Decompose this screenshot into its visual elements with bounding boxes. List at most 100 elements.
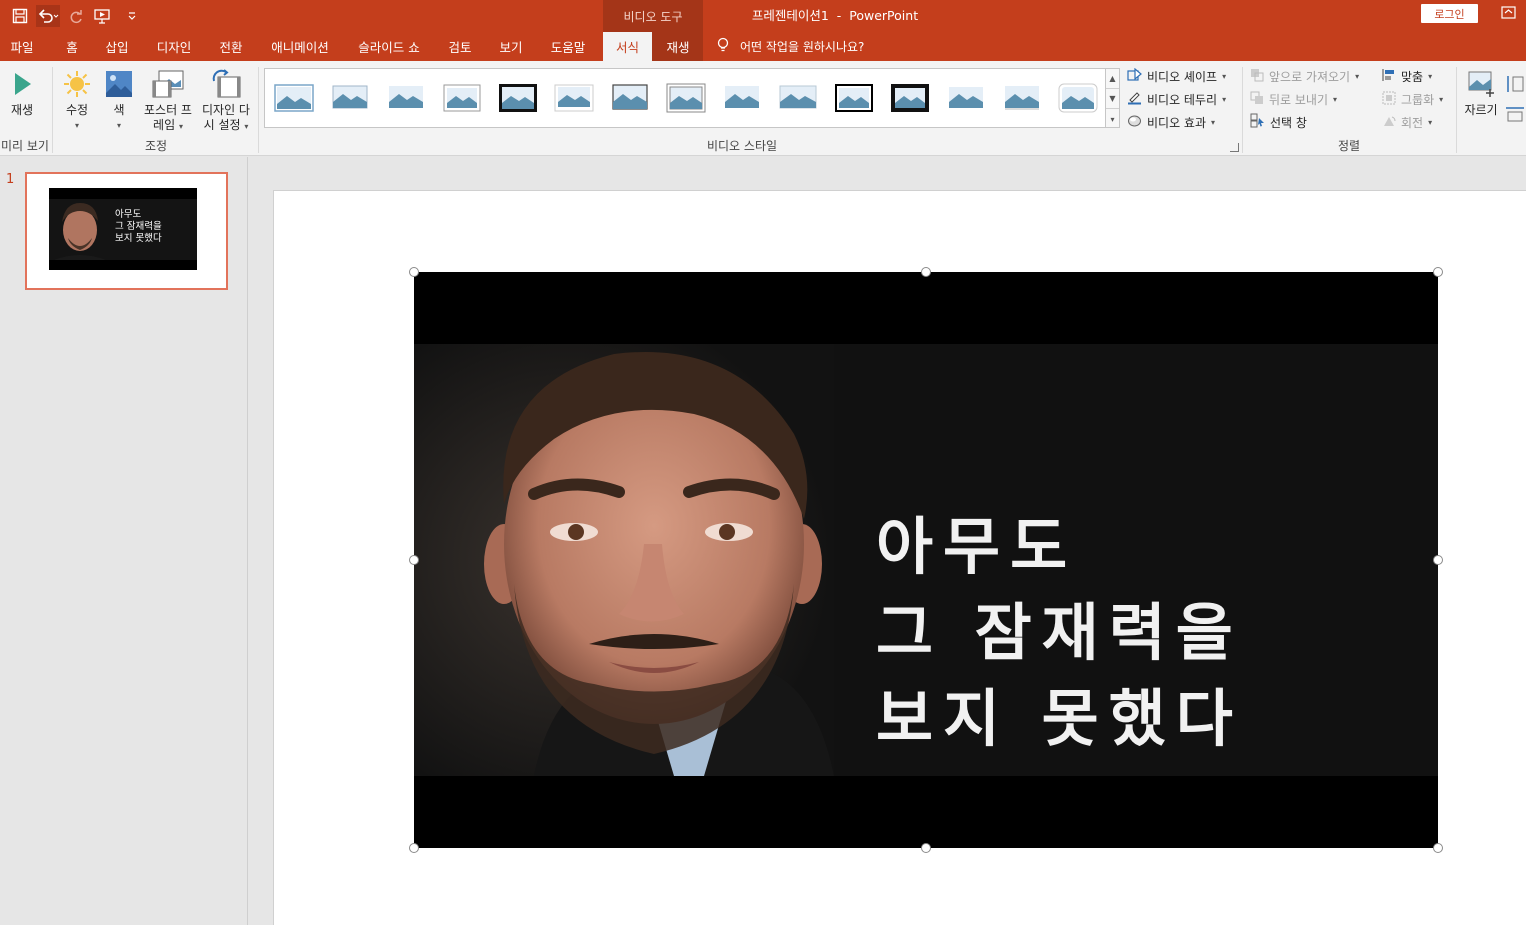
tell-me-box[interactable]: 어떤 작업을 원하시나요?: [716, 32, 864, 61]
height-icon[interactable]: [1505, 75, 1525, 93]
tab-view[interactable]: 보기: [490, 32, 532, 61]
video-style-8[interactable]: [665, 81, 707, 115]
video-style-13[interactable]: [945, 81, 987, 115]
reset-design-label-2-row: 시 설정 ▾: [204, 118, 249, 134]
corrections-button[interactable]: 수정 ▾: [58, 67, 96, 133]
selection-pane-button[interactable]: 선택 창: [1250, 112, 1307, 132]
ribbon-display-options-icon[interactable]: [1501, 6, 1519, 22]
video-effects-label: 비디오 효과: [1147, 115, 1207, 130]
group-label-arrange: 정렬: [1337, 139, 1361, 153]
ribbon-tabs: 파일 홈 삽입 디자인 전환 애니메이션 슬라이드 쇼 검토 보기 도움말 서식…: [0, 32, 1526, 61]
rotate-button[interactable]: 회전 ▾: [1382, 112, 1432, 132]
crop-button[interactable]: 자르기: [1462, 67, 1500, 118]
tab-review[interactable]: 검토: [440, 32, 480, 61]
ribbon: 재생 미리 보기 수정 ▾ 색 ▾ 포스터 프 레임 ▾ 디자인 다 시 설정 …: [0, 61, 1526, 156]
resize-handle-bottom[interactable]: [921, 843, 931, 853]
group-separator: [1242, 67, 1243, 153]
video-style-7[interactable]: [609, 81, 651, 115]
chevron-down-icon: ▾: [178, 122, 183, 131]
tab-format[interactable]: 서식: [603, 32, 652, 61]
lightbulb-icon: [716, 37, 730, 56]
send-backward-icon: [1250, 91, 1264, 108]
poster-frame-button[interactable]: 포스터 프 레임 ▾: [140, 67, 196, 134]
redo-icon[interactable]: [64, 5, 88, 27]
resize-handle-top-right[interactable]: [1433, 267, 1443, 277]
tab-help[interactable]: 도움말: [542, 32, 594, 61]
video-style-9[interactable]: [721, 81, 763, 115]
video-style-5[interactable]: [497, 81, 539, 115]
group-button[interactable]: 그룹화 ▾: [1382, 89, 1443, 109]
chevron-down-icon: ▾: [1428, 117, 1433, 127]
slide-thumbnail[interactable]: 아무도 그 잠재력을 보지 못했다: [25, 172, 228, 290]
resize-handle-bottom-right[interactable]: [1433, 843, 1443, 853]
chevron-down-icon: ▾: [1222, 71, 1227, 81]
document-title: 프레젠테이션1 - PowerPoint: [751, 7, 919, 23]
video-object[interactable]: 아무도 그 잠재력을 보지 못했다: [414, 272, 1438, 848]
video-style-14[interactable]: [1001, 81, 1043, 115]
color-button[interactable]: 색 ▾: [101, 67, 137, 133]
video-style-10[interactable]: [777, 81, 819, 115]
dialog-launcher-icon[interactable]: [1230, 143, 1239, 152]
reset-design-button[interactable]: 디자인 다 시 설정 ▾: [198, 67, 254, 134]
resize-handle-right[interactable]: [1433, 555, 1443, 565]
align-button[interactable]: 맞춤 ▾: [1382, 66, 1432, 86]
video-style-4[interactable]: [441, 81, 483, 115]
send-backward-button[interactable]: 뒤로 보내기 ▾: [1250, 89, 1337, 109]
resize-handle-left[interactable]: [409, 555, 419, 565]
context-tools-label: 비디오 도구: [603, 0, 703, 32]
tab-insert[interactable]: 삽입: [98, 32, 136, 61]
video-shape-button[interactable]: 비디오 셰이프 ▾: [1127, 66, 1226, 86]
resize-handle-bottom-left[interactable]: [409, 843, 419, 853]
reset-design-label-1: 디자인 다: [202, 103, 250, 117]
video-style-2[interactable]: [329, 81, 371, 115]
video-effects-icon: [1127, 114, 1142, 131]
undo-icon[interactable]: [36, 5, 60, 27]
gallery-scroll-up-icon[interactable]: ▲: [1106, 69, 1119, 89]
video-styles-gallery[interactable]: [264, 68, 1106, 128]
reset-design-icon: [209, 67, 243, 101]
chevron-down-icon: ▾: [244, 122, 249, 131]
video-border-button[interactable]: 비디오 테두리 ▾: [1127, 89, 1226, 109]
save-icon[interactable]: [8, 5, 32, 27]
width-icon[interactable]: [1505, 105, 1525, 123]
gallery-more-icon[interactable]: ▾: [1106, 109, 1119, 129]
chevron-down-icon: ▾: [1355, 71, 1360, 81]
group-label: 그룹화: [1401, 92, 1435, 107]
tab-transitions[interactable]: 전환: [210, 32, 252, 61]
chevron-down-icon: ▾: [1333, 94, 1338, 104]
bring-forward-button[interactable]: 앞으로 가져오기 ▾: [1250, 66, 1359, 86]
play-button[interactable]: 재생: [4, 67, 40, 118]
tab-home[interactable]: 홈: [56, 32, 88, 61]
tab-playback[interactable]: 재생: [655, 32, 701, 61]
login-button[interactable]: 로그인: [1421, 4, 1478, 23]
video-effects-button[interactable]: 비디오 효과 ▾: [1127, 112, 1215, 132]
video-style-15[interactable]: [1057, 81, 1099, 115]
video-style-1[interactable]: [273, 81, 315, 115]
video-style-12[interactable]: [889, 81, 931, 115]
video-shape-icon: [1127, 67, 1142, 85]
resize-handle-top-left[interactable]: [409, 267, 419, 277]
thumbnail-video-frame: 아무도 그 잠재력을 보지 못했다: [49, 188, 197, 270]
group-label-adjust: 조정: [144, 139, 168, 153]
poster-frame-icon: [151, 67, 185, 101]
quick-access-toolbar: [8, 4, 144, 28]
poster-frame-label-2-row: 레임 ▾: [153, 118, 183, 134]
tab-animations[interactable]: 애니메이션: [262, 32, 338, 61]
video-style-6[interactable]: [553, 81, 595, 115]
group-separator: [258, 67, 259, 153]
video-style-3[interactable]: [385, 81, 427, 115]
tab-file[interactable]: 파일: [0, 32, 44, 61]
chevron-down-icon: ▾: [1439, 94, 1444, 104]
bring-forward-icon: [1250, 68, 1264, 85]
tab-design[interactable]: 디자인: [148, 32, 200, 61]
align-label: 맞춤: [1401, 69, 1424, 84]
resize-handle-top[interactable]: [921, 267, 931, 277]
align-icon: [1382, 68, 1396, 85]
video-style-11[interactable]: [833, 81, 875, 115]
video-shape-label: 비디오 셰이프: [1147, 69, 1218, 84]
bring-forward-label: 앞으로 가져오기: [1269, 69, 1351, 84]
start-from-beginning-icon[interactable]: [92, 5, 116, 27]
customize-qat-icon[interactable]: [120, 5, 144, 27]
tab-slide-show[interactable]: 슬라이드 쇼: [348, 32, 430, 61]
gallery-scroll-down-icon[interactable]: ▼: [1106, 89, 1119, 109]
